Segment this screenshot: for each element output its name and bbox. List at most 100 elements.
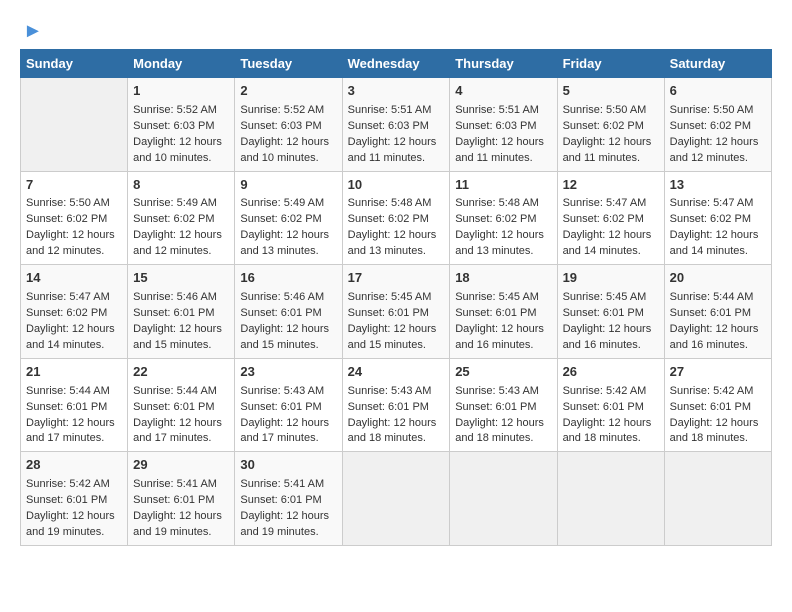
daylight-text: Daylight: 12 hours and 12 minutes. [133, 228, 229, 260]
calendar-cell [557, 452, 664, 546]
sunrise-text: Sunrise: 5:50 AM [26, 196, 122, 212]
day-number: 30 [240, 456, 336, 475]
calendar-table: SundayMondayTuesdayWednesdayThursdayFrid… [20, 49, 772, 546]
sunset-text: Sunset: 6:02 PM [670, 212, 766, 228]
weekday-header-tuesday: Tuesday [235, 50, 342, 78]
calendar-cell [342, 452, 450, 546]
calendar-cell: 22Sunrise: 5:44 AMSunset: 6:01 PMDayligh… [128, 358, 235, 452]
day-number: 20 [670, 269, 766, 288]
day-number: 10 [348, 176, 445, 195]
sunset-text: Sunset: 6:01 PM [133, 493, 229, 509]
day-number: 5 [563, 82, 659, 101]
daylight-text: Daylight: 12 hours and 16 minutes. [455, 322, 551, 354]
calendar-cell: 2Sunrise: 5:52 AMSunset: 6:03 PMDaylight… [235, 78, 342, 172]
calendar-cell: 13Sunrise: 5:47 AMSunset: 6:02 PMDayligh… [664, 171, 771, 265]
day-number: 18 [455, 269, 551, 288]
daylight-text: Daylight: 12 hours and 15 minutes. [133, 322, 229, 354]
daylight-text: Daylight: 12 hours and 18 minutes. [563, 416, 659, 448]
logo-arrow-icon: ► [23, 20, 43, 43]
sunrise-text: Sunrise: 5:50 AM [670, 103, 766, 119]
calendar-cell: 10Sunrise: 5:48 AMSunset: 6:02 PMDayligh… [342, 171, 450, 265]
sunrise-text: Sunrise: 5:46 AM [133, 290, 229, 306]
day-number: 7 [26, 176, 122, 195]
day-number: 19 [563, 269, 659, 288]
calendar-cell: 16Sunrise: 5:46 AMSunset: 6:01 PMDayligh… [235, 265, 342, 359]
sunrise-text: Sunrise: 5:50 AM [563, 103, 659, 119]
calendar-cell: 7Sunrise: 5:50 AMSunset: 6:02 PMDaylight… [21, 171, 128, 265]
daylight-text: Daylight: 12 hours and 19 minutes. [133, 509, 229, 541]
sunset-text: Sunset: 6:01 PM [348, 400, 445, 416]
sunset-text: Sunset: 6:02 PM [563, 119, 659, 135]
sunset-text: Sunset: 6:02 PM [26, 306, 122, 322]
sunset-text: Sunset: 6:01 PM [133, 306, 229, 322]
calendar-cell: 18Sunrise: 5:45 AMSunset: 6:01 PMDayligh… [450, 265, 557, 359]
weekday-header-friday: Friday [557, 50, 664, 78]
day-number: 8 [133, 176, 229, 195]
day-number: 26 [563, 363, 659, 382]
sunrise-text: Sunrise: 5:41 AM [240, 477, 336, 493]
calendar-cell: 9Sunrise: 5:49 AMSunset: 6:02 PMDaylight… [235, 171, 342, 265]
calendar-cell: 28Sunrise: 5:42 AMSunset: 6:01 PMDayligh… [21, 452, 128, 546]
calendar-cell: 24Sunrise: 5:43 AMSunset: 6:01 PMDayligh… [342, 358, 450, 452]
daylight-text: Daylight: 12 hours and 11 minutes. [455, 135, 551, 167]
sunset-text: Sunset: 6:03 PM [348, 119, 445, 135]
sunset-text: Sunset: 6:01 PM [240, 493, 336, 509]
sunset-text: Sunset: 6:02 PM [670, 119, 766, 135]
daylight-text: Daylight: 12 hours and 19 minutes. [240, 509, 336, 541]
sunrise-text: Sunrise: 5:49 AM [240, 196, 336, 212]
daylight-text: Daylight: 12 hours and 19 minutes. [26, 509, 122, 541]
sunset-text: Sunset: 6:01 PM [563, 306, 659, 322]
daylight-text: Daylight: 12 hours and 12 minutes. [26, 228, 122, 260]
daylight-text: Daylight: 12 hours and 18 minutes. [455, 416, 551, 448]
daylight-text: Daylight: 12 hours and 12 minutes. [670, 135, 766, 167]
calendar-cell: 20Sunrise: 5:44 AMSunset: 6:01 PMDayligh… [664, 265, 771, 359]
weekday-header-sunday: Sunday [21, 50, 128, 78]
calendar-cell: 23Sunrise: 5:43 AMSunset: 6:01 PMDayligh… [235, 358, 342, 452]
calendar-cell: 3Sunrise: 5:51 AMSunset: 6:03 PMDaylight… [342, 78, 450, 172]
sunrise-text: Sunrise: 5:45 AM [563, 290, 659, 306]
calendar-cell: 26Sunrise: 5:42 AMSunset: 6:01 PMDayligh… [557, 358, 664, 452]
sunset-text: Sunset: 6:02 PM [348, 212, 445, 228]
calendar-cell: 8Sunrise: 5:49 AMSunset: 6:02 PMDaylight… [128, 171, 235, 265]
sunset-text: Sunset: 6:01 PM [563, 400, 659, 416]
day-number: 11 [455, 176, 551, 195]
day-number: 15 [133, 269, 229, 288]
sunrise-text: Sunrise: 5:48 AM [348, 196, 445, 212]
sunset-text: Sunset: 6:02 PM [563, 212, 659, 228]
calendar-cell: 21Sunrise: 5:44 AMSunset: 6:01 PMDayligh… [21, 358, 128, 452]
calendar-cell: 19Sunrise: 5:45 AMSunset: 6:01 PMDayligh… [557, 265, 664, 359]
sunset-text: Sunset: 6:01 PM [240, 400, 336, 416]
sunset-text: Sunset: 6:01 PM [455, 306, 551, 322]
sunrise-text: Sunrise: 5:52 AM [133, 103, 229, 119]
calendar-cell: 1Sunrise: 5:52 AMSunset: 6:03 PMDaylight… [128, 78, 235, 172]
calendar-cell: 30 Sunrise: 5:41 AMSunset: 6:01 PMDayligh… [235, 452, 342, 546]
sunrise-text: Sunrise: 5:44 AM [670, 290, 766, 306]
daylight-text: Daylight: 12 hours and 13 minutes. [240, 228, 336, 260]
day-number: 23 [240, 363, 336, 382]
daylight-text: Daylight: 12 hours and 16 minutes. [670, 322, 766, 354]
daylight-text: Daylight: 12 hours and 15 minutes. [348, 322, 445, 354]
daylight-text: Daylight: 12 hours and 10 minutes. [133, 135, 229, 167]
calendar-cell: 25Sunrise: 5:43 AMSunset: 6:01 PMDayligh… [450, 358, 557, 452]
logo: ► [20, 20, 43, 43]
sunrise-text: Sunrise: 5:48 AM [455, 196, 551, 212]
sunrise-text: Sunrise: 5:44 AM [133, 384, 229, 400]
daylight-text: Daylight: 12 hours and 18 minutes. [670, 416, 766, 448]
sunset-text: Sunset: 6:01 PM [455, 400, 551, 416]
day-number: 22 [133, 363, 229, 382]
day-number: 27 [670, 363, 766, 382]
sunrise-text: Sunrise: 5:42 AM [670, 384, 766, 400]
sunset-text: Sunset: 6:02 PM [26, 212, 122, 228]
daylight-text: Daylight: 12 hours and 14 minutes. [563, 228, 659, 260]
daylight-text: Daylight: 12 hours and 18 minutes. [348, 416, 445, 448]
sunset-text: Sunset: 6:02 PM [240, 212, 336, 228]
day-number: 3 [348, 82, 445, 101]
day-number: 21 [26, 363, 122, 382]
day-number: 25 [455, 363, 551, 382]
day-number: 29 [133, 456, 229, 475]
daylight-text: Daylight: 12 hours and 17 minutes. [26, 416, 122, 448]
daylight-text: Daylight: 12 hours and 15 minutes. [240, 322, 336, 354]
sunrise-text: Sunrise: 5:43 AM [240, 384, 336, 400]
sunset-text: Sunset: 6:01 PM [348, 306, 445, 322]
calendar-cell: 12Sunrise: 5:47 AMSunset: 6:02 PMDayligh… [557, 171, 664, 265]
